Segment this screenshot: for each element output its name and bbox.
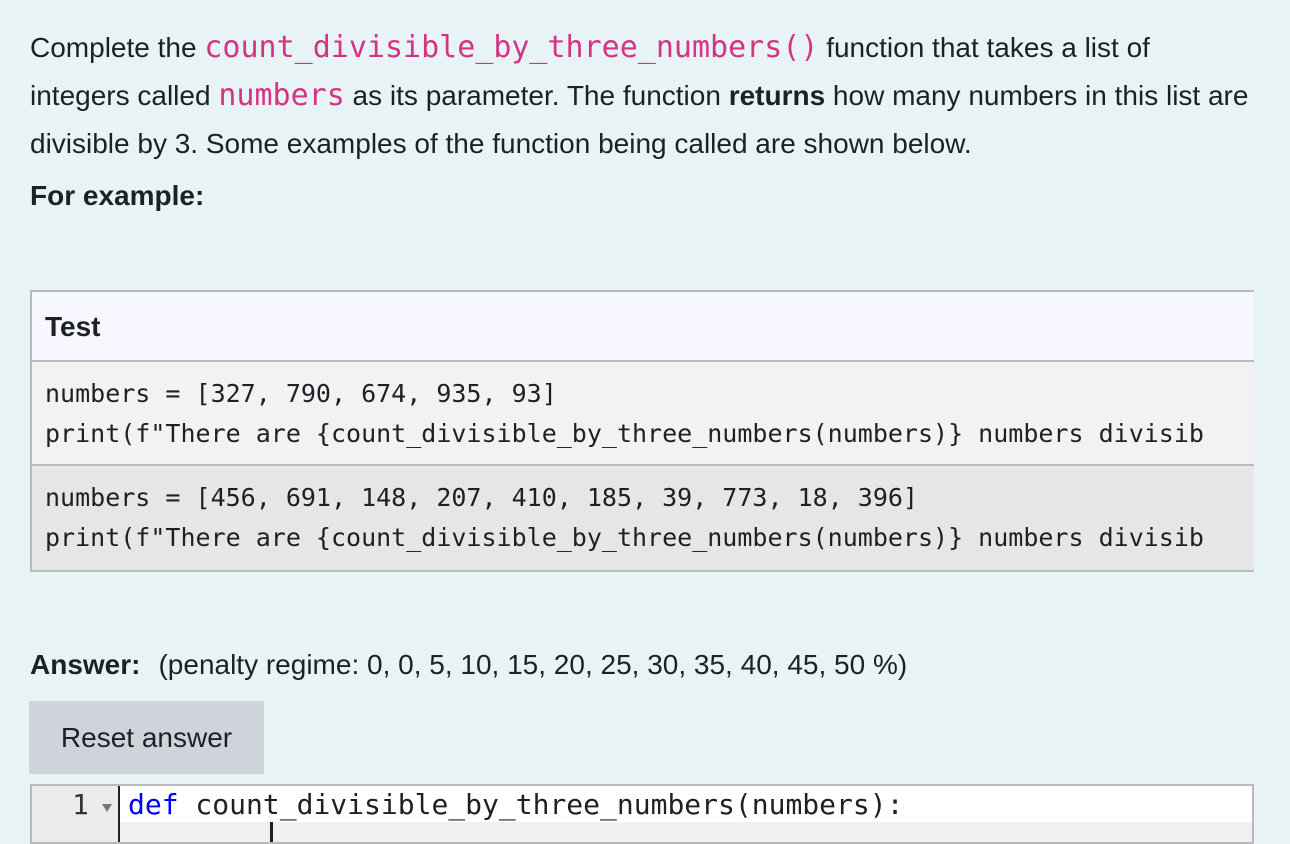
- text-cursor: [270, 822, 273, 842]
- code-text: count_divisible_by_three_numbers(numbers…: [178, 788, 904, 821]
- example-code-line: print(f"There are {count_divisible_by_th…: [45, 419, 1204, 448]
- examples-header-test: Test: [32, 292, 1254, 362]
- code-editor[interactable]: 1 def count_divisible_by_three_numbers(n…: [30, 784, 1254, 844]
- parameter-name-code: numbers: [218, 78, 345, 113]
- penalty-regime-text: (penalty regime: 0, 0, 5, 10, 15, 20, 25…: [158, 649, 908, 680]
- active-line-highlight: [120, 822, 1252, 842]
- reset-answer-button[interactable]: Reset answer: [29, 701, 264, 774]
- answer-line: Answer: (penalty regime: 0, 0, 5, 10, 15,…: [30, 645, 907, 685]
- example-row: numbers = [327, 790, 674, 935, 93] print…: [32, 362, 1254, 466]
- examples-table: Test numbers = [327, 790, 674, 935, 93] …: [30, 290, 1254, 572]
- function-name-code: count_divisible_by_three_numbers(): [204, 30, 819, 65]
- returns-bold: returns: [728, 80, 826, 111]
- example-code-line: numbers = [456, 691, 148, 207, 410, 185,…: [45, 483, 918, 512]
- editor-gutter: 1: [32, 786, 120, 842]
- question-content: Complete the count_divisible_by_three_nu…: [30, 24, 1254, 232]
- example-code-line: numbers = [327, 790, 674, 935, 93]: [45, 379, 557, 408]
- answer-label: Answer:: [30, 649, 141, 680]
- example-code-line: print(f"There are {count_divisible_by_th…: [45, 523, 1204, 552]
- line-number: 1: [72, 788, 89, 821]
- for-example-heading: For example:: [30, 180, 205, 211]
- question-part3: as its parameter. The function: [344, 80, 729, 111]
- fold-arrow-icon[interactable]: [102, 804, 112, 812]
- question-part1: Complete the: [30, 32, 205, 63]
- question-text: Complete the count_divisible_by_three_nu…: [30, 24, 1254, 168]
- example-row: numbers = [456, 691, 148, 207, 410, 185,…: [32, 466, 1254, 570]
- keyword-def: def: [128, 788, 179, 821]
- code-line[interactable]: def count_divisible_by_three_numbers(num…: [128, 788, 903, 821]
